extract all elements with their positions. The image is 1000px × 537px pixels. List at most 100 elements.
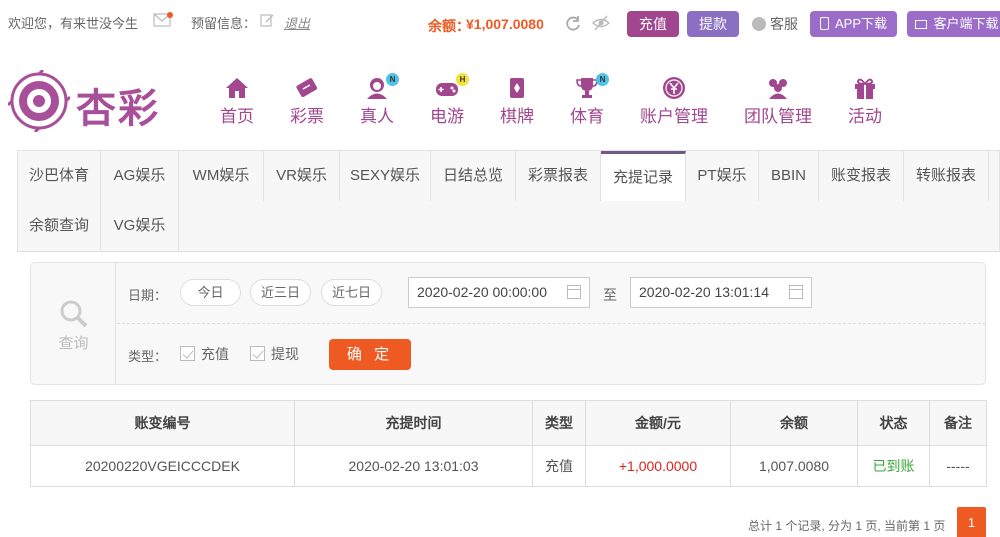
calendar-icon	[789, 285, 803, 299]
withdraw-button[interactable]: 提款	[687, 11, 739, 37]
last-3-days-button[interactable]: 近三日	[250, 279, 311, 306]
nav-promotions[interactable]: 活动	[844, 76, 886, 127]
brand-name: 杏彩	[76, 85, 160, 132]
calendar-icon	[567, 285, 581, 299]
client-download-button[interactable]: 客户端下载	[907, 11, 1000, 37]
nav-egames[interactable]: H 电游	[426, 73, 469, 127]
query-side: 查询	[31, 263, 116, 384]
checkbox-box	[250, 346, 265, 361]
mobile-icon	[819, 17, 829, 30]
end-date-value: 2020-02-20 13:01:14	[639, 284, 769, 300]
query-label: 查询	[58, 335, 89, 352]
last-7-days-button[interactable]: 近七日	[321, 279, 382, 306]
deposit-button[interactable]: 充值	[627, 11, 679, 37]
today-button[interactable]: 今日	[180, 279, 241, 306]
tab-ag[interactable]: AG娱乐	[101, 151, 179, 201]
nav-label: 棋牌	[500, 107, 534, 126]
time-cell: 2020-02-20 13:01:03	[294, 445, 533, 487]
search-icon	[60, 300, 88, 328]
nav-label: 体育	[570, 107, 604, 126]
column-header: 金额/元	[585, 400, 731, 446]
nav-live[interactable]: N 真人	[356, 73, 399, 127]
tab-wm[interactable]: WM娱乐	[179, 151, 264, 201]
cards-icon	[510, 78, 524, 98]
logout-link[interactable]: 退出	[284, 13, 310, 32]
tab-vg[interactable]: VG娱乐	[101, 201, 179, 251]
hide-balance-icon[interactable]	[592, 14, 610, 32]
column-header: 余额	[730, 400, 858, 446]
status-cell: 已到账	[857, 445, 930, 487]
hot-badge: H	[456, 73, 469, 86]
withdraw-checkbox[interactable]: 提现	[250, 344, 299, 364]
deposit-checkbox[interactable]: 充值	[180, 344, 229, 364]
nav-label: 团队管理	[744, 107, 812, 126]
reserved-info-label: 预留信息：	[191, 16, 257, 31]
welcome-text: 欢迎您，有来世没今生	[8, 16, 139, 31]
end-date-input[interactable]: 2020-02-20 13:01:14	[630, 277, 812, 308]
nav-home[interactable]: 首页	[216, 76, 258, 127]
tab-deposit-withdraw-records[interactable]: 充提记录	[601, 151, 686, 201]
tab-balance-change-report[interactable]: 账变报表	[819, 151, 904, 201]
nav-label: 首页	[220, 107, 254, 126]
lottery-ticket-icon	[296, 78, 318, 97]
app-download-label: APP下载	[834, 16, 887, 31]
checkbox-label: 提现	[271, 346, 299, 362]
logo-emblem-icon	[8, 70, 70, 132]
remark-cell: -----	[929, 445, 987, 487]
nav-label: 真人	[360, 107, 394, 126]
yen-coin-icon	[663, 77, 685, 99]
gift-icon	[855, 78, 875, 99]
nav-label: 活动	[848, 107, 882, 126]
nav-lottery[interactable]: 彩票	[286, 76, 328, 127]
customer-service-icon	[752, 17, 766, 31]
date-range-separator: 至	[603, 287, 617, 303]
tab-pt[interactable]: PT娱乐	[686, 151, 759, 201]
client-download-label: 客户端下载	[933, 16, 999, 31]
tab-bbin[interactable]: BBIN	[759, 151, 819, 201]
balance-cell: 1,007.0080	[730, 445, 858, 487]
team-icon	[769, 79, 787, 99]
checkbox-box	[180, 346, 195, 361]
type-label: 类型：	[128, 349, 168, 364]
customer-service-link[interactable]: 客服	[752, 14, 798, 34]
nav-sports[interactable]: N 体育	[566, 73, 609, 127]
customer-service-label: 客服	[770, 16, 798, 32]
brand-logo[interactable]: 杏彩	[8, 70, 163, 132]
column-header: 充提时间	[294, 400, 533, 446]
tab-daily-overview[interactable]: 日结总览	[431, 151, 516, 201]
tab-lottery-report[interactable]: 彩票报表	[516, 151, 601, 201]
amount-cell: +1,000.0000	[585, 445, 731, 487]
tab-saba-sports[interactable]: 沙巴体育	[18, 151, 101, 201]
tab-balance-query[interactable]: 余额查询	[18, 201, 101, 251]
monitor-icon	[915, 20, 928, 29]
type-cell: 充值	[532, 445, 586, 487]
pagination-summary: 总计 1 个记录, 分为 1 页, 当前第 1 页	[748, 519, 946, 533]
tab-transfer-report[interactable]: 转账报表	[904, 151, 989, 201]
records-table: 账变编号 充提时间 类型 金额/元 余额 状态 备注 20200220VGEIC…	[30, 400, 987, 487]
column-header: 备注	[929, 400, 987, 446]
start-date-input[interactable]: 2020-02-20 00:00:00	[408, 277, 590, 308]
table-header-row: 账变编号 充提时间 类型 金额/元 余额 状态 备注	[30, 400, 987, 446]
refresh-icon[interactable]	[564, 14, 582, 32]
divider	[117, 323, 986, 324]
tab-sexy[interactable]: SEXY娱乐	[340, 151, 431, 201]
confirm-button[interactable]: 确 定	[329, 339, 411, 370]
nav-account[interactable]: 账户管理	[638, 76, 710, 127]
mail-icon[interactable]	[153, 12, 173, 27]
top-bar: 欢迎您，有来世没今生 预留信息： 退出 余额： ¥1,007.0080 充值 提…	[0, 0, 1000, 44]
date-label: 日期：	[128, 288, 168, 303]
nav-label: 电游	[430, 107, 464, 126]
column-header: 状态	[857, 400, 930, 446]
tab-vr[interactable]: VR娱乐	[264, 151, 340, 201]
table-row: 20200220VGEICCCDEK 2020-02-20 13:01:03 充…	[30, 445, 987, 487]
nav-team[interactable]: 团队管理	[742, 76, 814, 127]
page-button-current[interactable]: 1	[957, 507, 986, 537]
checkbox-label: 充值	[201, 346, 229, 362]
nav-cards[interactable]: 棋牌	[496, 76, 538, 127]
start-date-value: 2020-02-20 00:00:00	[417, 284, 547, 300]
app-download-button[interactable]: APP下载	[810, 11, 897, 37]
home-icon	[226, 78, 248, 98]
edit-icon[interactable]	[260, 13, 274, 27]
nav-label: 账户管理	[640, 107, 708, 126]
new-badge: N	[386, 73, 399, 86]
